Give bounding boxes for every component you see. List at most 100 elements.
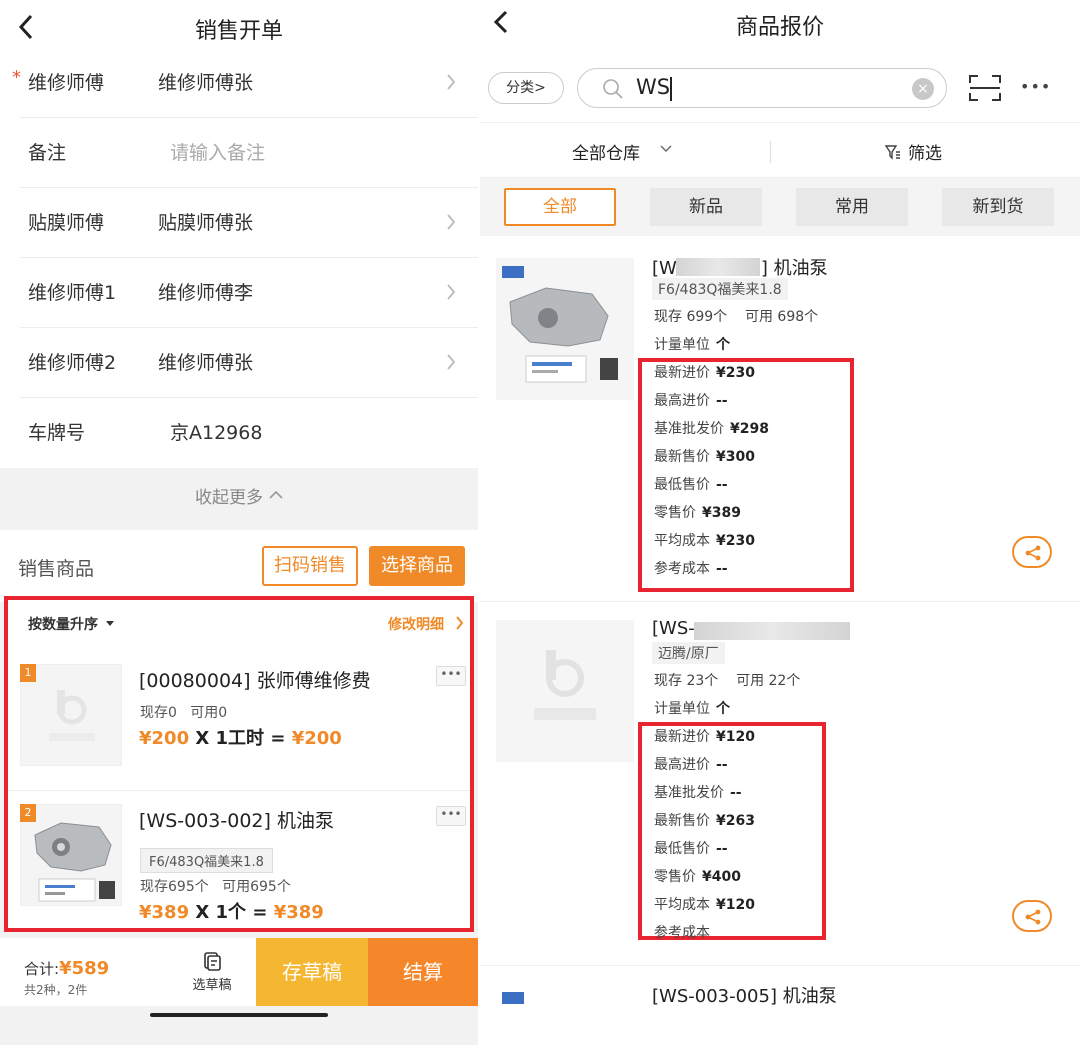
filter-icon [884,145,900,160]
tab-bar: 全部 新品 常用 新到货 [480,178,1080,236]
scan-icon[interactable] [968,74,1002,102]
pick-draft-label: 选草稿 [192,978,232,993]
chevron-right-icon [447,74,456,90]
edit-detail-link[interactable]: 修改明细 [388,614,444,634]
item-model-tag: F6/483Q福美来1.8 [140,848,273,873]
remark-input[interactable]: 请输入备注 [170,118,265,188]
quote-screen: 商品报价 分类> WS × ••• 全部仓库 筛选 全部 新品 常用 新到货 [… [480,0,1080,1045]
repair-master1-value: 维修师傅李 [158,282,254,304]
sort-dropdown[interactable]: 按数量升序 [28,614,98,634]
plate-label: 车牌号 [28,422,86,444]
blurred-code [694,622,850,640]
product-model-tag: 迈腾/原厂 [652,642,725,664]
tab-new[interactable]: 新品 [650,188,762,226]
price-line: 最新售价 ¥300 [654,449,755,465]
item-stock: 现存0 可用0 [140,705,228,721]
filter-button[interactable]: 筛选 [908,139,942,164]
remark-row: 备注 请输入备注 [0,118,478,188]
film-master-value: 贴膜师傅张 [158,212,254,234]
total-value: ¥589 [59,958,110,979]
brand-logo-icon [502,992,524,1004]
collapse-more-label: 收起更多 [195,487,263,508]
unit-line: 计量单位个 [654,337,730,353]
product-card[interactable]: [WS- 迈腾/原厂 现存 23个 可用 22个 计量单位个 最新进价 ¥120 … [480,602,1080,966]
list-item[interactable]: 2 [WS-003-002] 机油泵 ••• F6/483Q福美来1.8 现存6… [8,804,470,944]
back-arrow-icon[interactable] [14,12,38,42]
order-footer: 合计:¥589 共2种，2件 选草稿 存草稿 结算 [0,938,478,1006]
chevron-right-icon [447,214,456,230]
plate-input[interactable]: 京A12968 [170,398,262,468]
price-line: 参考成本 [654,925,710,938]
share-button[interactable] [1012,536,1052,568]
pick-draft-button[interactable]: 选草稿 [186,948,238,993]
scan-sale-button[interactable]: 扫码销售 [262,546,358,586]
unit-line: 计量单位个 [654,701,730,717]
logo-watermark-icon [534,650,596,720]
sale-goods-header: 销售商品 扫码销售 选择商品 [0,530,478,602]
goods-list-highlight: 按数量升序 修改明细 1 [00080004] 张师傅维修费 ••• 现存0 可… [4,596,474,932]
blurred-code [676,258,760,276]
chevron-right-icon [447,354,456,370]
choose-goods-button[interactable]: 选择商品 [369,546,465,586]
price-line: 基准批发价 -- [654,785,742,801]
price-line: 最高进价 -- [654,393,728,409]
text-cursor [670,77,672,101]
search-icon [603,79,623,99]
search-input[interactable]: WS × [577,68,947,108]
oil-pump-photo-icon [502,266,618,383]
price-line: 基准批发价 ¥298 [654,421,769,437]
more-icon[interactable]: ••• [1020,74,1054,102]
sale-goods-label: 销售商品 [18,558,95,580]
chevron-right-icon [447,284,456,300]
product-name: [WS-003-005] 机油泵 [652,986,837,1007]
item-index-badge: 1 [20,664,36,682]
clear-icon[interactable]: × [912,78,934,100]
draft-icon [204,952,221,971]
item-more-button[interactable]: ••• [436,806,466,826]
item-more-button[interactable]: ••• [436,666,466,686]
price-line: 参考成本 -- [654,561,728,577]
settle-button[interactable]: 结算 [368,938,478,1006]
repair-master2-row[interactable]: 维修师傅2 维修师傅张 [0,328,478,398]
warehouse-dropdown[interactable]: 全部仓库 [572,139,640,164]
save-draft-button[interactable]: 存草稿 [256,938,368,1006]
item-price-line: ¥200 X 1工时 = ¥200 [139,728,342,749]
repair-master-row[interactable]: * 维修师傅 维修师傅张 [0,48,478,118]
share-button[interactable] [1012,900,1052,932]
repair-master-value: 维修师傅张 [158,72,254,94]
collapse-more-toggle[interactable]: 收起更多 [0,470,478,520]
item-stock: 现存695个 可用695个 [140,879,291,895]
product-stock: 现存 23个 可用 22个 [654,673,801,689]
chevron-down-icon [660,145,672,152]
tab-new-arrival[interactable]: 新到货 [942,188,1054,226]
caret-down-icon [106,621,114,626]
required-mark: * [12,67,21,88]
share-icon [1025,909,1041,925]
tab-all[interactable]: 全部 [504,188,616,226]
film-master-label: 贴膜师傅 [28,212,105,234]
oil-pump-image [496,258,634,400]
product-thumbnail [496,988,634,1045]
total-label: 合计:¥589 [24,958,110,979]
back-arrow-icon[interactable] [490,8,512,38]
home-indicator [150,1013,328,1017]
product-card[interactable]: [WS-003-005] 机油泵 [480,968,1080,1045]
divider [8,790,470,791]
product-card[interactable]: [W] 机油泵 F6/483Q福美来1.8 现存 699个 可用 698个 计量… [480,238,1080,602]
category-button[interactable]: 分类> [488,72,564,104]
share-icon [1025,545,1041,561]
film-master-row[interactable]: 贴膜师傅 贴膜师傅张 [0,188,478,258]
page-title: 商品报价 [735,15,824,40]
filter-row: 全部仓库 筛选 [480,122,1080,178]
price-line: 最低售价 -- [654,841,728,857]
list-item[interactable]: 1 [00080004] 张师傅维修费 ••• 现存0 可用0 ¥200 X 1… [8,664,470,804]
chevron-up-icon [269,490,283,499]
logo-watermark-icon [49,690,95,741]
search-row: 分类> WS × ••• [480,62,1080,114]
item-price-line: ¥389 X 1个 = ¥389 [139,902,324,923]
repair-master1-row[interactable]: 维修师傅1 维修师傅李 [0,258,478,328]
product-placeholder-image [496,620,634,762]
tab-common[interactable]: 常用 [796,188,908,226]
price-line: 最高进价 -- [654,757,728,773]
plate-row: 车牌号 京A12968 [0,398,478,468]
